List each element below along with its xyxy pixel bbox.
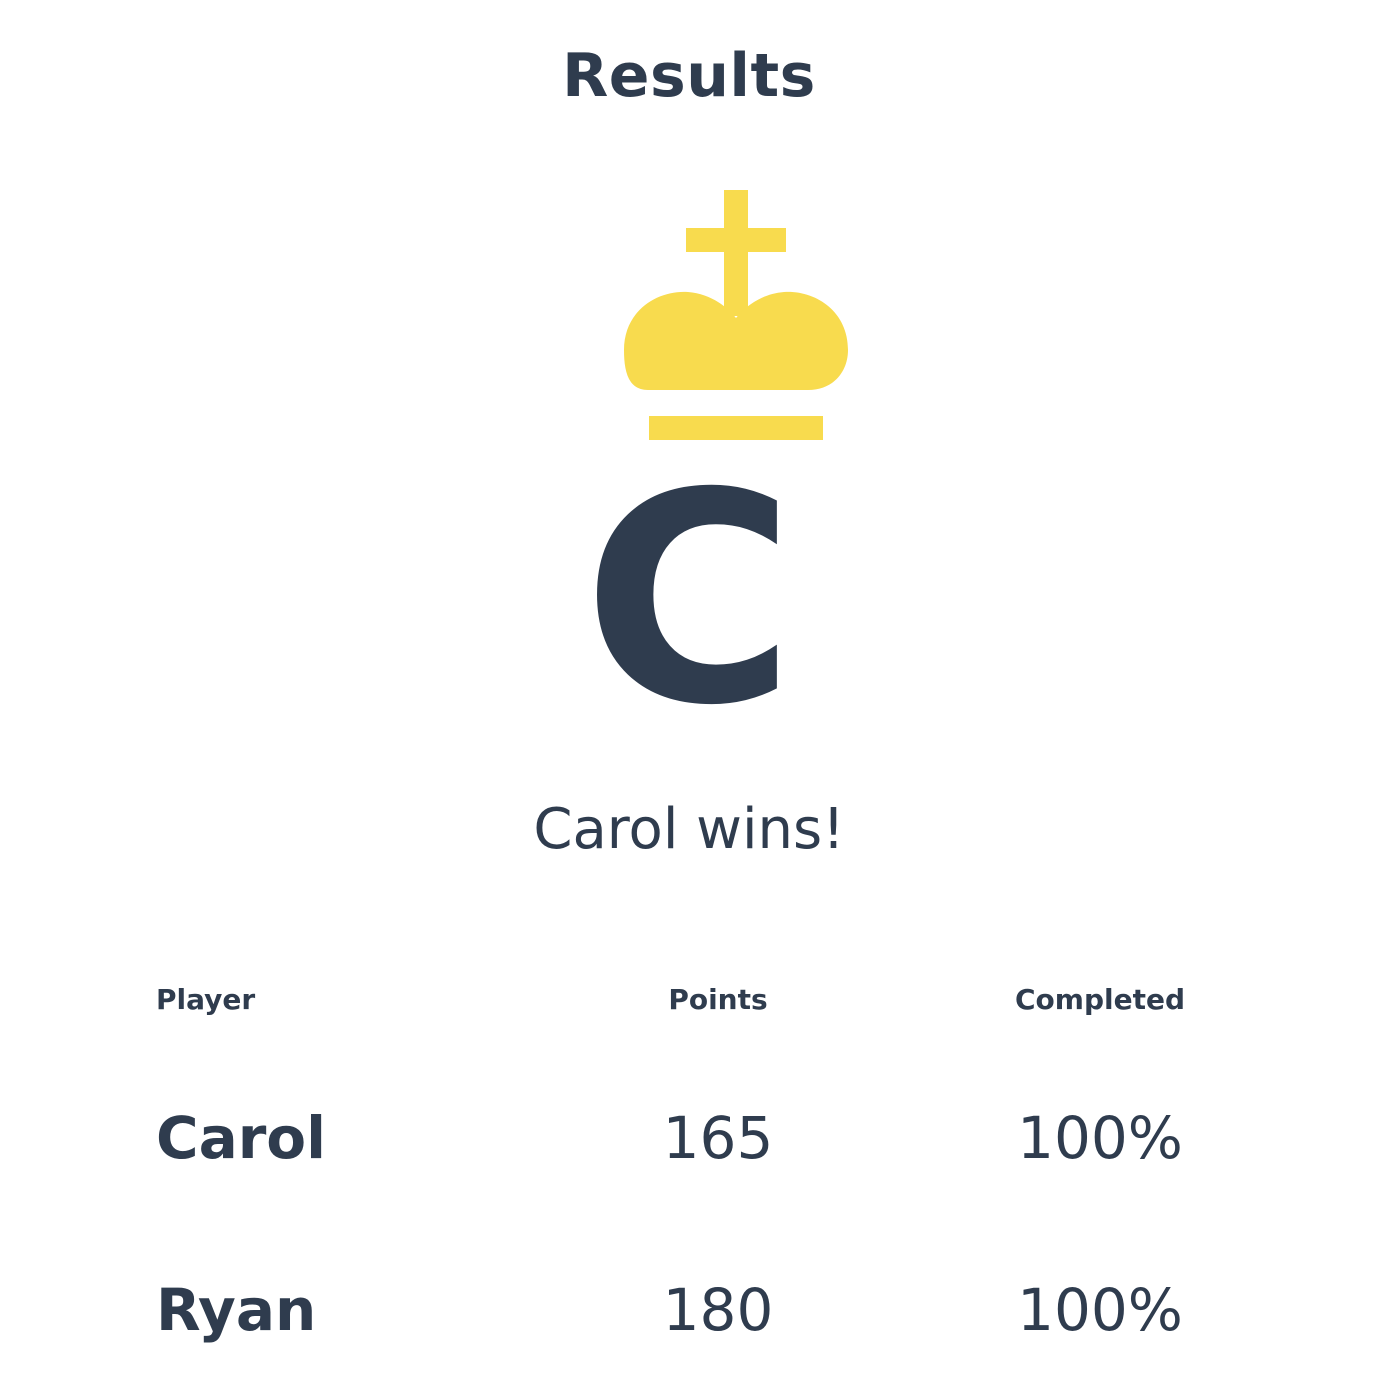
player-points: 180 <box>662 1276 774 1344</box>
player-name: Ryan <box>156 1276 317 1344</box>
crown-icon <box>624 190 848 440</box>
table-row: Ryan 180 100% <box>156 1202 1256 1374</box>
column-header-points: Points <box>668 983 768 1016</box>
crown-cross-vertical <box>724 190 748 316</box>
crown-cross-horizontal <box>686 228 786 252</box>
player-completed: 100% <box>1017 1276 1183 1344</box>
player-completed: 100% <box>1017 1104 1183 1172</box>
winner-message: Carol wins! <box>533 797 845 862</box>
table-header-row: Player Points Completed <box>156 972 1256 1030</box>
page-title: Results <box>562 41 816 111</box>
results-table: Player Points Completed Carol 165 100% R… <box>156 972 1256 1374</box>
player-name: Carol <box>156 1104 327 1172</box>
player-points: 165 <box>662 1104 774 1172</box>
winner-initial: C <box>582 432 796 769</box>
table-row: Carol 165 100% <box>156 1030 1256 1202</box>
column-header-completed: Completed <box>1014 983 1185 1016</box>
column-header-player: Player <box>156 983 256 1016</box>
